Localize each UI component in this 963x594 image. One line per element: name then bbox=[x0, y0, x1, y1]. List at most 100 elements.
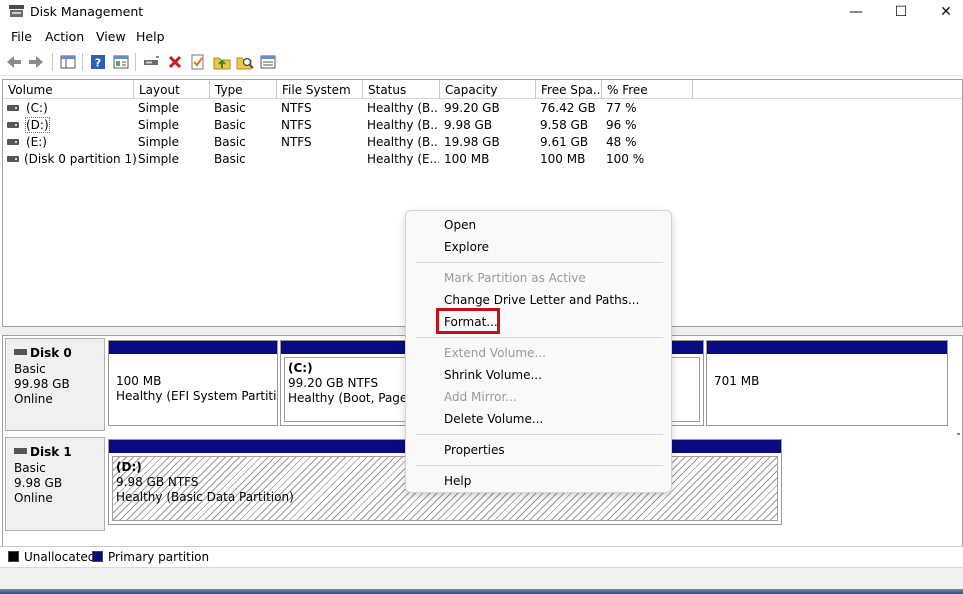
menu-item-help[interactable]: Help bbox=[444, 474, 471, 492]
forward-arrow-icon bbox=[29, 56, 43, 68]
partition-body: 701 MB bbox=[707, 354, 947, 389]
show-hide-console-tree-icon bbox=[60, 55, 76, 69]
list-view-button[interactable] bbox=[259, 53, 277, 71]
close-button[interactable]: ✕ bbox=[923, 0, 963, 24]
menu-view[interactable]: View bbox=[96, 29, 126, 44]
search-folder-icon bbox=[236, 57, 254, 70]
volume-name: (Disk 0 partition 1) bbox=[24, 152, 137, 166]
toolbar: ? bbox=[0, 48, 963, 76]
properties-view-button[interactable] bbox=[112, 53, 130, 71]
format-highlight-box bbox=[436, 308, 500, 334]
forward-button[interactable] bbox=[27, 53, 45, 71]
volume-capacity: 99.20 GB bbox=[444, 101, 500, 115]
volume-status: Healthy (B... bbox=[367, 135, 439, 149]
legend-unallocated-label: Unallocated bbox=[24, 550, 96, 564]
menu-item-open[interactable]: Open bbox=[444, 218, 476, 236]
column-header-capacity[interactable]: Capacity bbox=[440, 80, 536, 99]
volume-type: Basic bbox=[214, 135, 246, 149]
volume-free-space: 76.42 GB bbox=[540, 101, 596, 115]
help-button[interactable]: ? bbox=[89, 53, 107, 71]
search-folder-button[interactable] bbox=[236, 53, 254, 71]
column-header-volume[interactable]: Volume bbox=[3, 80, 134, 99]
volume-row-c[interactable]: (C:) Simple Basic NTFS Healthy (B... 99.… bbox=[3, 100, 962, 117]
menu-action[interactable]: Action bbox=[45, 29, 84, 44]
volume-name: (C:) bbox=[26, 101, 48, 115]
volume-row-e[interactable]: (E:) Simple Basic NTFS Healthy (B... 19.… bbox=[3, 134, 962, 151]
title-bar: Disk Management — ☐ ✕ bbox=[0, 0, 963, 24]
volume-name: (D:) bbox=[25, 117, 50, 133]
menu-item-properties[interactable]: Properties bbox=[444, 443, 505, 461]
check-button[interactable] bbox=[189, 53, 207, 71]
partition-size: 701 MB bbox=[714, 374, 760, 388]
volume-type: Basic bbox=[214, 118, 246, 132]
disk-size: 99.98 GB bbox=[14, 377, 70, 391]
menu-help[interactable]: Help bbox=[136, 29, 165, 44]
volume-layout: Simple bbox=[138, 101, 179, 115]
legend: Unallocated Primary partition bbox=[0, 546, 963, 567]
menu-item-shrink-volume[interactable]: Shrink Volume... bbox=[444, 368, 542, 386]
disk-name: Disk 1 bbox=[30, 445, 72, 459]
menu-bar: File Action View Help bbox=[0, 27, 963, 47]
check-icon bbox=[191, 54, 204, 70]
legend-primary-label: Primary partition bbox=[108, 550, 210, 564]
disk-kind: Basic bbox=[14, 362, 46, 376]
volume-file-system: NTFS bbox=[281, 135, 312, 149]
disk-0-label[interactable]: Disk 0 Basic 99.98 GB Online bbox=[5, 338, 105, 431]
legend-unallocated-swatch bbox=[8, 551, 19, 562]
volume-percent-free: 100 % bbox=[606, 152, 645, 166]
maximize-button[interactable]: ☐ bbox=[878, 0, 924, 24]
drive-icon bbox=[7, 156, 19, 162]
menu-item-explore[interactable]: Explore bbox=[444, 240, 489, 258]
disk-management-app-icon bbox=[9, 5, 24, 17]
volume-status: Healthy (E... bbox=[367, 152, 439, 166]
volume-percent-free: 96 % bbox=[606, 118, 637, 132]
column-header-layout[interactable]: Layout bbox=[134, 80, 210, 99]
column-header-free-space[interactable]: Free Spa... bbox=[536, 80, 602, 99]
back-button[interactable] bbox=[5, 53, 23, 71]
drive-icon bbox=[7, 139, 19, 145]
volume-capacity: 19.98 GB bbox=[444, 135, 500, 149]
column-header-status[interactable]: Status bbox=[363, 80, 440, 99]
partition-size: 100 MB bbox=[116, 374, 162, 388]
connect-drive-button[interactable] bbox=[142, 53, 160, 71]
menu-separator bbox=[416, 262, 663, 263]
partition-status: Healthy (EFI System Partition) bbox=[116, 389, 277, 403]
volume-row-d[interactable]: (D:) Simple Basic NTFS Healthy (B... 9.9… bbox=[3, 117, 962, 134]
volume-free-space: 9.61 GB bbox=[540, 135, 589, 149]
volume-capacity: 100 MB bbox=[444, 152, 490, 166]
partition-recovery[interactable]: 701 MB bbox=[706, 340, 948, 426]
volume-row-disk0-partition1[interactable]: (Disk 0 partition 1) Simple Basic Health… bbox=[3, 151, 962, 168]
minimize-button[interactable]: — bbox=[833, 0, 879, 24]
volume-status: Healthy (B... bbox=[367, 101, 439, 115]
menu-item-extend-volume: Extend Volume... bbox=[444, 346, 546, 360]
volume-free-space: 9.58 GB bbox=[540, 118, 589, 132]
menu-separator bbox=[416, 465, 663, 466]
menu-item-mark-partition-active: Mark Partition as Active bbox=[444, 271, 586, 285]
column-header-file-system[interactable]: File System bbox=[277, 80, 363, 99]
desktop-edge bbox=[0, 589, 963, 594]
volume-percent-free: 48 % bbox=[606, 135, 637, 149]
up-folder-button[interactable] bbox=[213, 53, 231, 71]
list-view-icon bbox=[260, 55, 276, 69]
volume-name: (E:) bbox=[26, 135, 47, 149]
menu-separator bbox=[416, 337, 663, 338]
menu-item-delete-volume[interactable]: Delete Volume... bbox=[444, 412, 543, 430]
volume-free-space: 100 MB bbox=[540, 152, 586, 166]
delete-button[interactable] bbox=[166, 53, 184, 71]
disk-1-label[interactable]: Disk 1 Basic 9.98 GB Online bbox=[5, 437, 105, 531]
column-header-percent-free[interactable]: % Free bbox=[602, 80, 693, 99]
menu-separator bbox=[416, 434, 663, 435]
partition-efi[interactable]: 100 MB Healthy (EFI System Partition) bbox=[108, 340, 278, 426]
volume-layout: Simple bbox=[138, 135, 179, 149]
volume-type: Basic bbox=[214, 152, 246, 166]
column-header-type[interactable]: Type bbox=[210, 80, 277, 99]
help-icon: ? bbox=[91, 55, 105, 70]
disk-0-name-line: Disk 0 bbox=[14, 346, 104, 360]
up-folder-icon bbox=[213, 57, 231, 70]
drive-icon bbox=[7, 122, 19, 128]
maximize-icon: ☐ bbox=[894, 4, 908, 20]
menu-file[interactable]: File bbox=[11, 29, 32, 44]
disk-name: Disk 0 bbox=[30, 346, 72, 360]
show-hide-console-tree-button[interactable] bbox=[59, 53, 77, 71]
window-title: Disk Management bbox=[30, 4, 144, 19]
